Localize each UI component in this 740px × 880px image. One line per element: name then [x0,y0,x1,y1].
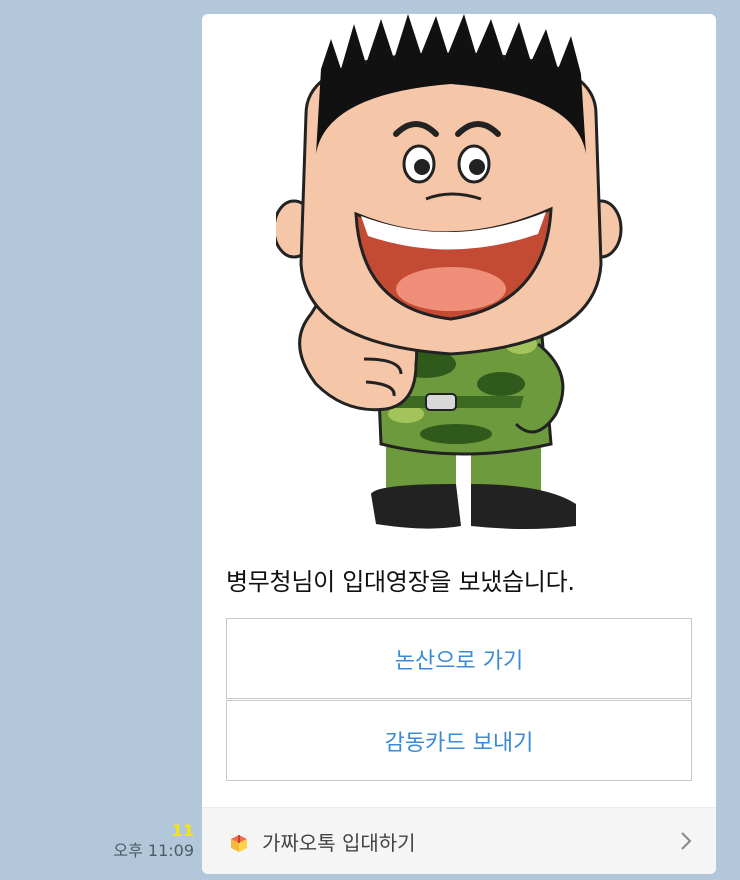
message-meta: 11 오후 11:09 [100,822,194,862]
soldier-cartoon-image [276,14,623,529]
chevron-right-icon [681,832,692,850]
footer-label: 가짜오톡 입대하기 [262,831,416,855]
message-time: 오후 11:09 [113,841,194,860]
gift-box-icon [231,834,247,852]
send-card-button[interactable]: 감동카드 보내기 [226,700,692,781]
message-card[interactable]: 병무청님이 입대영장을 보냈습니다. 논산으로 가기 감동카드 보내기 가짜오톡… [202,14,716,874]
unread-count: 11 [171,821,194,840]
go-to-nonsan-button[interactable]: 논산으로 가기 [226,618,692,699]
join-footer-link[interactable]: 가짜오톡 입대하기 [202,807,716,874]
message-text: 병무청님이 입대영장을 보냈습니다. [226,568,575,596]
